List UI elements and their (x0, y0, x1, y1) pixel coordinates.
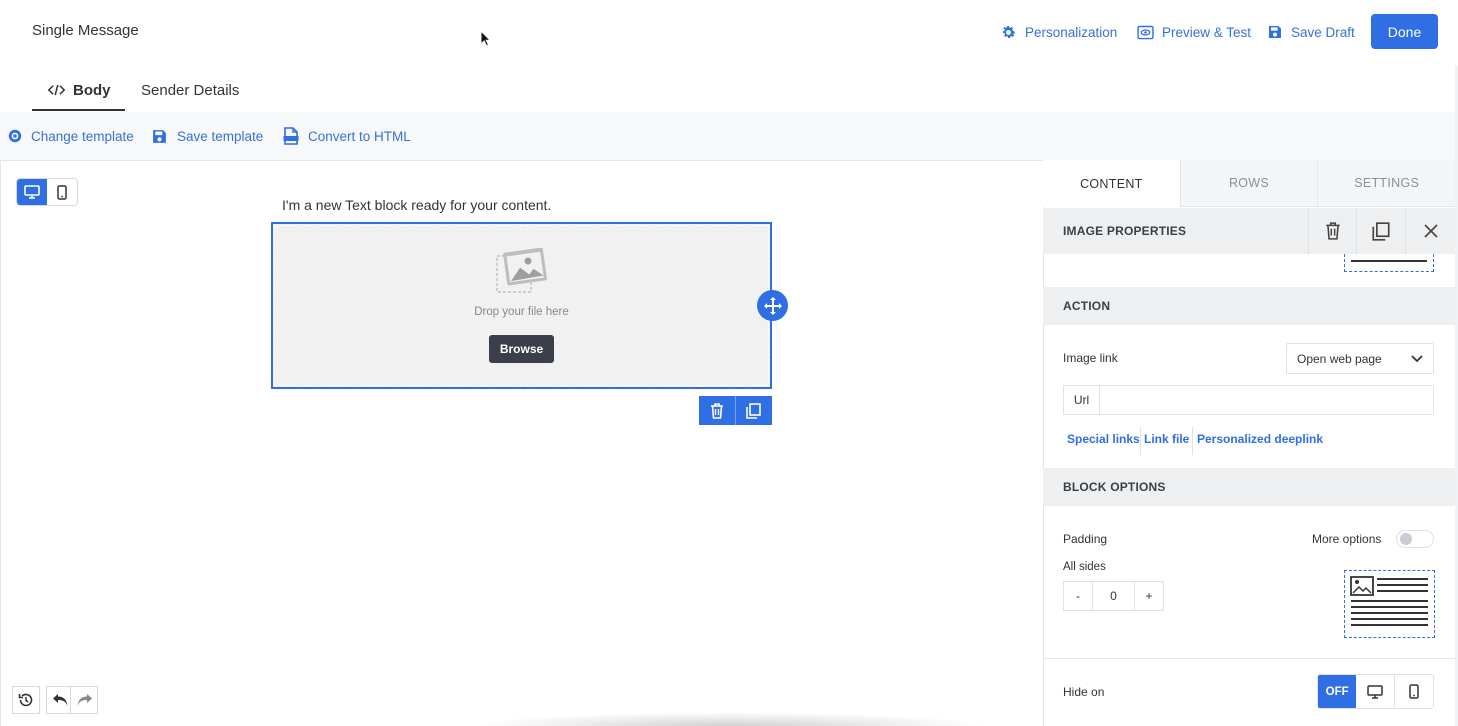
tab-settings[interactable]: SETTINGS (1318, 160, 1456, 207)
link-file-link[interactable]: Link file (1144, 432, 1189, 446)
padding-stepper: - 0 + (1063, 581, 1164, 611)
trash-icon (1325, 222, 1341, 240)
desktop-view-button[interactable] (17, 179, 47, 205)
change-template-button[interactable]: Change template (8, 126, 134, 146)
more-options-label: More options (1312, 532, 1382, 546)
image-width-preview (1344, 254, 1434, 272)
personalization-label: Personalization (1025, 24, 1118, 40)
eye-icon (1137, 25, 1154, 40)
save-template-label: Save template (177, 128, 264, 144)
active-tab-indicator (32, 109, 125, 111)
code-icon (48, 84, 65, 96)
floppy-icon (1267, 24, 1283, 40)
url-input[interactable] (1100, 386, 1433, 414)
done-button[interactable]: Done (1371, 14, 1438, 49)
change-template-label: Change template (31, 128, 134, 144)
duplicate-block-button[interactable] (735, 396, 771, 425)
gear-icon (1000, 24, 1017, 41)
block-options-title: BLOCK OPTIONS (1063, 480, 1166, 494)
text-content-block[interactable]: I'm a new Text block ready for your cont… (282, 197, 551, 213)
padding-value[interactable]: 0 (1092, 582, 1135, 610)
block-options-header: BLOCK OPTIONS (1043, 468, 1455, 506)
mobile-view-button[interactable] (47, 179, 77, 205)
tab-sender-details[interactable]: Sender Details (141, 78, 239, 102)
bottom-shadow (470, 712, 990, 726)
image-link-label: Image link (1063, 351, 1118, 365)
hide-on-toggle-group: OFF (1317, 674, 1434, 709)
padding-preview (1344, 570, 1435, 638)
browse-button[interactable]: Browse (489, 335, 554, 363)
delete-block-button[interactable] (699, 396, 735, 425)
move-arrows-icon (763, 296, 783, 316)
floppy-icon (151, 128, 168, 145)
close-panel-button[interactable] (1405, 208, 1455, 254)
panel-tabs: CONTENT ROWS SETTINGS (1043, 160, 1456, 207)
undo-icon (52, 693, 69, 707)
preview-test-label: Preview & Test (1162, 24, 1252, 40)
personalized-deeplink-link[interactable]: Personalized deeplink (1197, 432, 1323, 446)
image-link-select[interactable]: Open web page (1286, 343, 1434, 374)
device-preview-toggle (16, 178, 78, 206)
close-icon (1423, 223, 1439, 239)
image-link-value: Open web page (1297, 351, 1382, 366)
mobile-icon (57, 184, 67, 200)
hide-desktop-button[interactable] (1356, 675, 1395, 708)
save-draft-button[interactable]: Save Draft (1267, 22, 1355, 42)
tab-content[interactable]: CONTENT (1043, 160, 1181, 207)
action-section-header: ACTION (1043, 287, 1455, 325)
tab-body[interactable]: Body (48, 78, 111, 102)
hide-off-button[interactable]: OFF (1318, 675, 1357, 708)
tab-body-label: Body (73, 81, 111, 99)
url-field-group: Url (1063, 385, 1434, 415)
personalization-button[interactable]: Personalization (1000, 22, 1117, 42)
tab-sender-details-label: Sender Details (141, 81, 240, 99)
link-separator (1140, 427, 1141, 455)
page-title: Single Message (32, 22, 139, 39)
history-icon (18, 692, 34, 708)
redo-icon (76, 693, 93, 707)
block-action-bar (699, 396, 772, 425)
image-placeholder-icon (496, 248, 547, 294)
html-file-icon (283, 127, 299, 145)
copy-icon (746, 402, 761, 419)
redo-button[interactable] (70, 686, 98, 714)
mobile-icon (1409, 684, 1419, 699)
desktop-icon (1367, 684, 1383, 699)
hide-mobile-button[interactable] (1395, 675, 1433, 708)
desktop-icon (24, 185, 40, 199)
drop-file-text: Drop your file here (474, 306, 569, 318)
save-draft-label: Save Draft (1291, 24, 1355, 40)
tab-rows[interactable]: ROWS (1180, 160, 1319, 207)
link-separator (1192, 427, 1193, 455)
trash-icon (710, 402, 724, 419)
padding-decrease-button[interactable]: - (1064, 582, 1092, 610)
move-block-handle[interactable] (757, 290, 788, 321)
action-title: ACTION (1063, 299, 1111, 313)
duplicate-image-button[interactable] (1356, 208, 1404, 254)
special-links-link[interactable]: Special links (1067, 432, 1140, 446)
mouse-cursor-icon (480, 30, 492, 48)
preview-test-button[interactable]: Preview & Test (1137, 22, 1251, 42)
convert-html-label: Convert to HTML (308, 128, 411, 144)
padding-increase-button[interactable]: + (1135, 582, 1163, 610)
convert-html-button[interactable]: Convert to HTML (283, 126, 411, 146)
url-label: Url (1064, 386, 1100, 414)
panel-divider (1043, 658, 1455, 659)
image-properties-title: IMAGE PROPERTIES (1063, 224, 1187, 238)
all-sides-label: All sides (1063, 561, 1106, 573)
padding-label: Padding (1063, 532, 1108, 546)
delete-image-button[interactable] (1308, 208, 1356, 254)
more-options-toggle[interactable] (1396, 530, 1434, 548)
history-button[interactable] (12, 686, 40, 714)
template-circle-icon (8, 129, 22, 143)
chevron-down-icon (1411, 354, 1423, 363)
save-template-button[interactable]: Save template (151, 126, 263, 146)
copy-icon (1371, 221, 1390, 241)
hide-on-label: Hide on (1063, 685, 1105, 699)
